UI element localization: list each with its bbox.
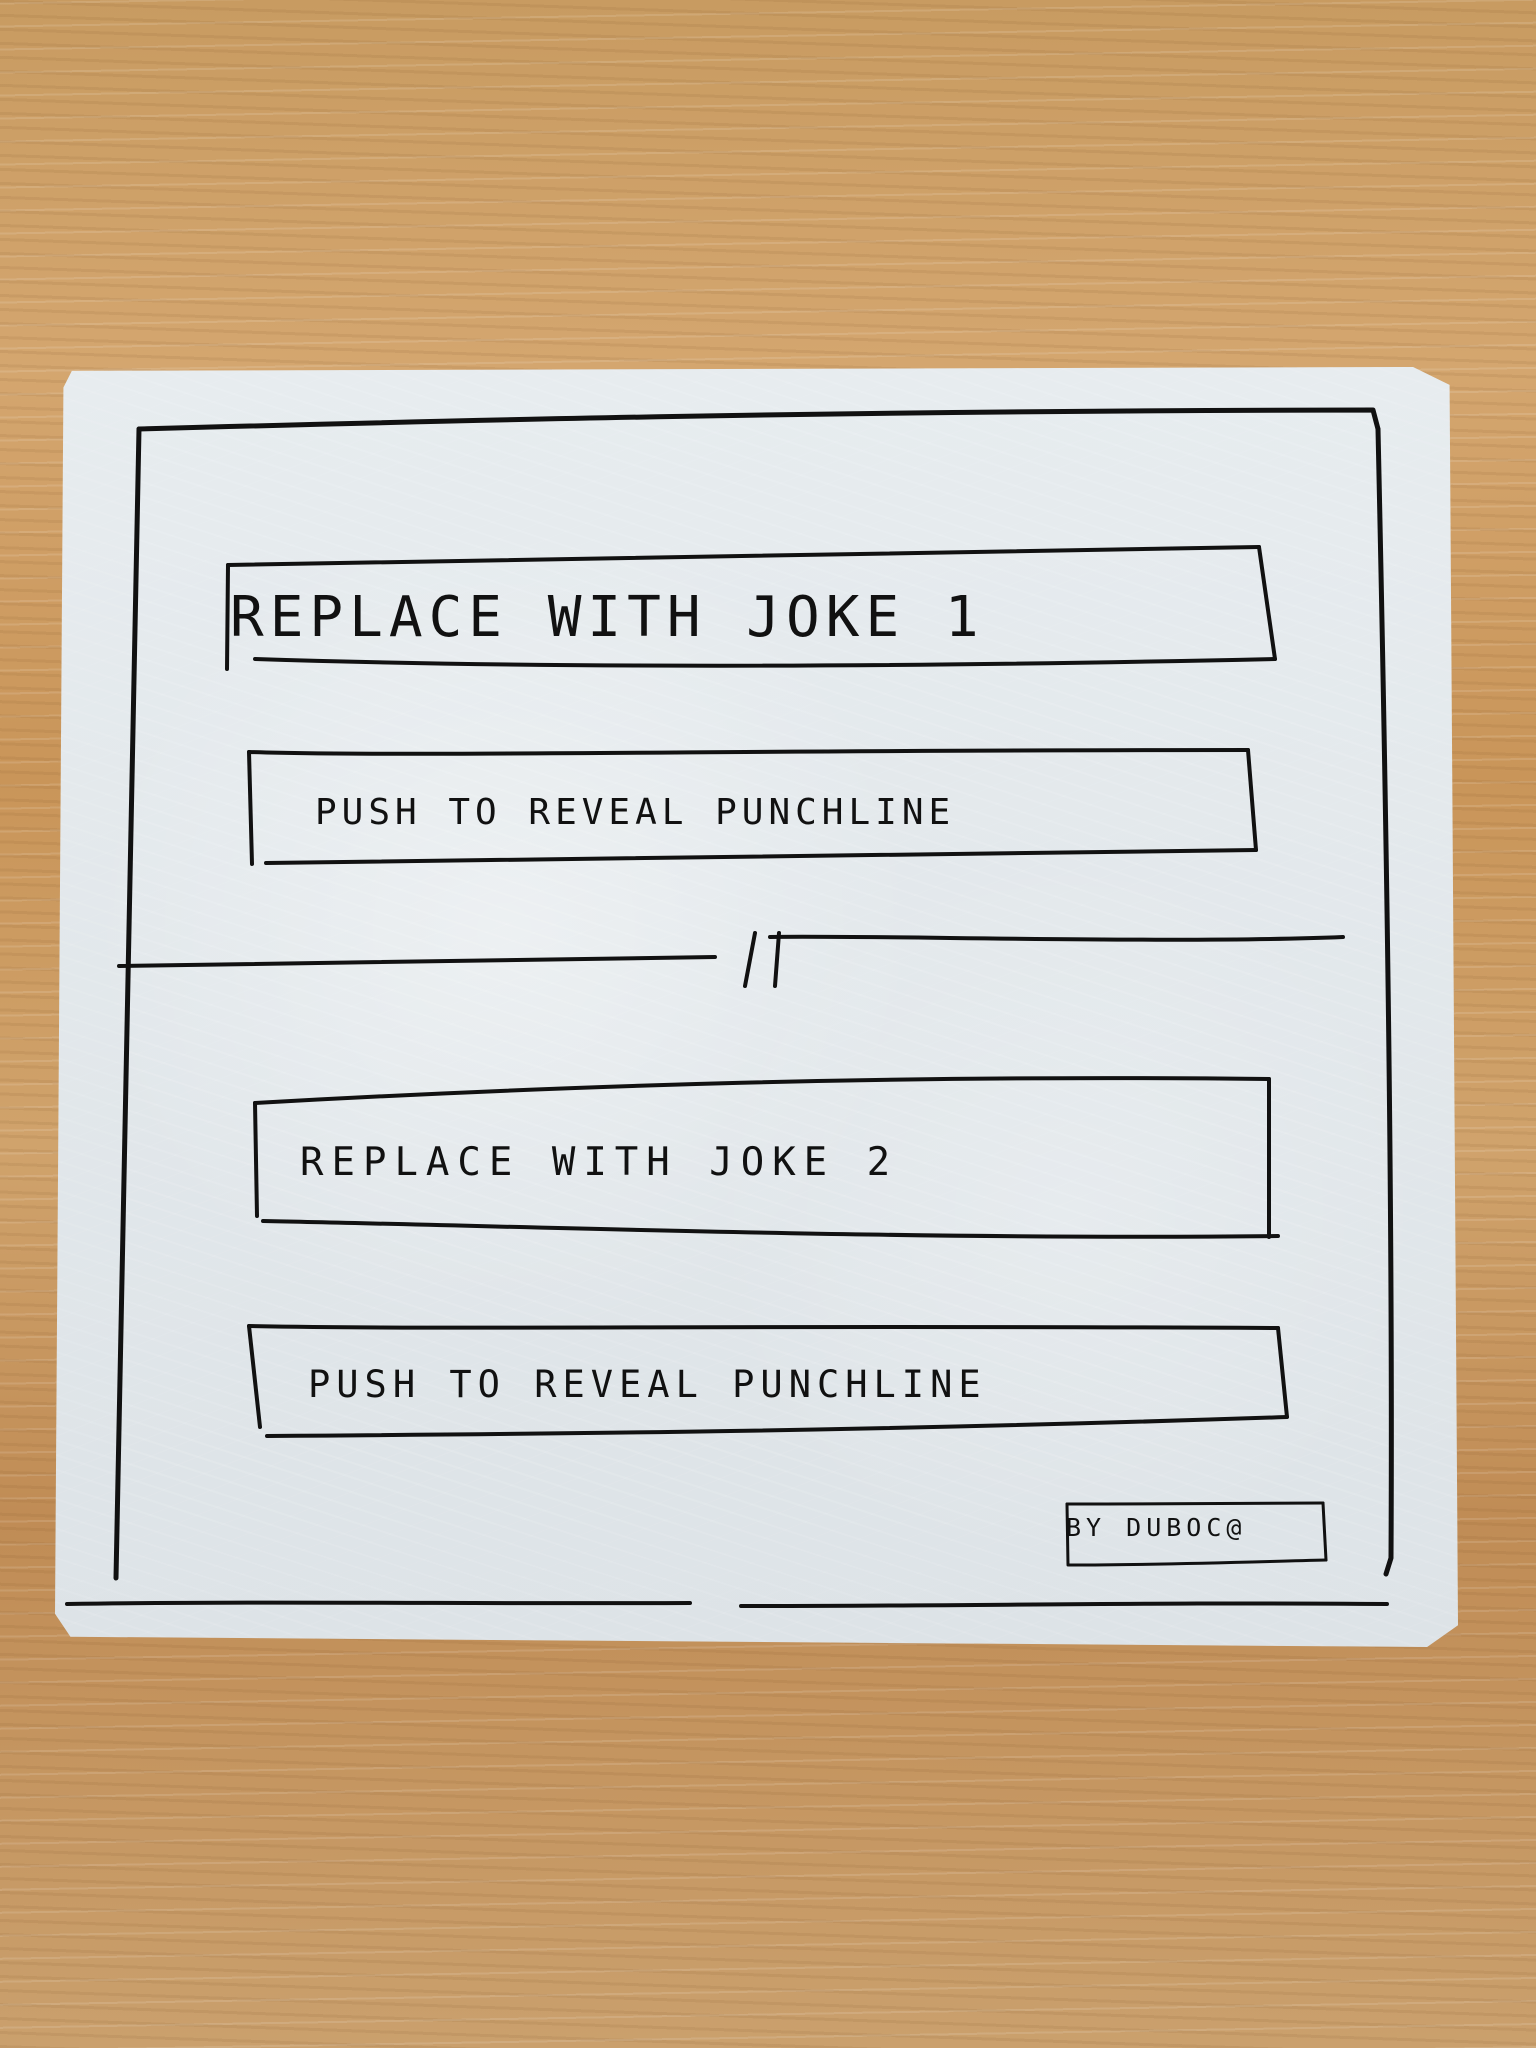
punch-box-2-left [247, 1324, 262, 1429]
joke-1-placeholder: REPLACE WITH JOKE 1 [230, 585, 985, 650]
divider-left-line [117, 955, 717, 968]
outer-frame-right-line [1375, 426, 1394, 1577]
signature-text: BY DUBOC@ [1066, 1513, 1247, 1542]
outer-frame-left-line [113, 426, 142, 1581]
joke-2-placeholder: REPLACE WITH JOKE 2 [300, 1140, 899, 1185]
outer-frame-bottom-right-line [739, 1601, 1389, 1608]
section-divider [747, 935, 807, 990]
outer-frame-bottom-left-line [65, 1600, 692, 1606]
divider-right-line [768, 934, 1345, 942]
punchline-2-label: PUSH TO REVEAL PUNCHLINE [308, 1363, 987, 1406]
joke-box-2-left [253, 1101, 259, 1218]
outer-frame-top-line [136, 407, 1381, 432]
joke-box-2-bottom [261, 1219, 1280, 1239]
punchline-1-label: PUSH TO REVEAL PUNCHLINE [315, 792, 956, 833]
signature-box-top [1065, 1501, 1325, 1506]
